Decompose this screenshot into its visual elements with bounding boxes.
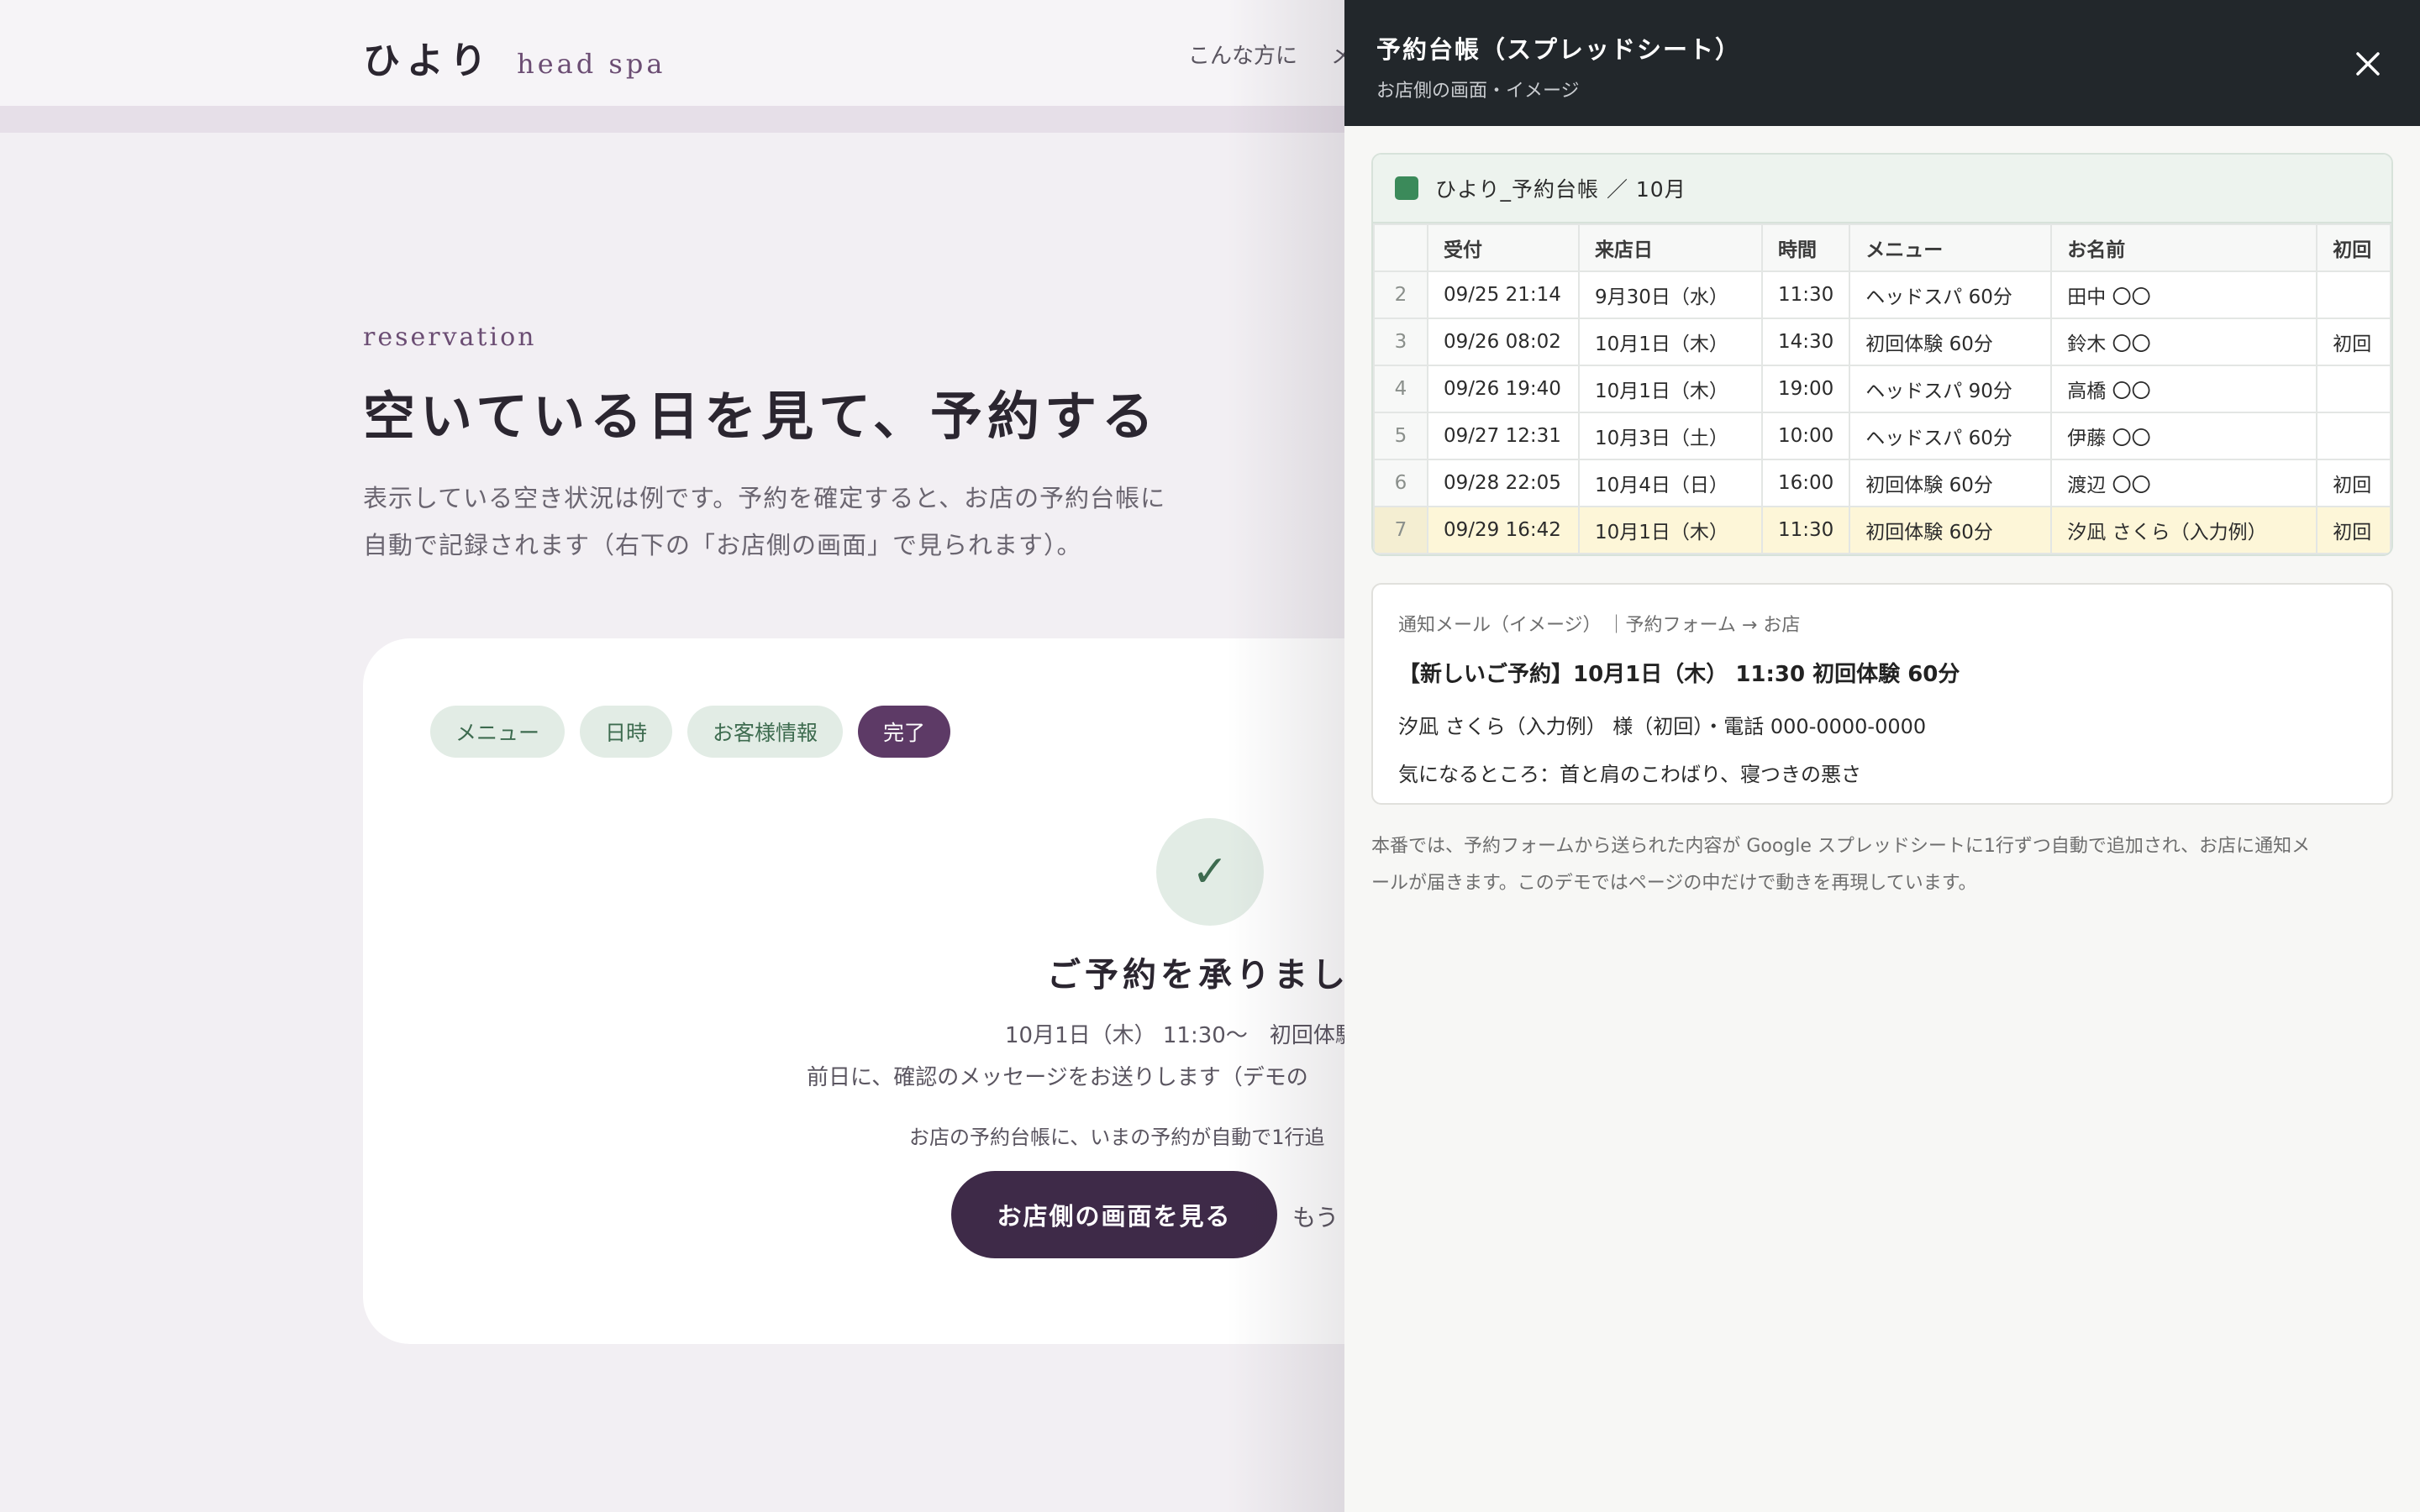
row-number: 4 bbox=[1373, 365, 1428, 413]
cell-visit-date: 9月30日（水） bbox=[1578, 270, 1763, 319]
cell-name: 鈴木 〇〇 bbox=[2050, 318, 2318, 366]
row-number: 3 bbox=[1373, 318, 1428, 366]
row-number: 7 bbox=[1373, 506, 1428, 554]
cell-visit-date: 10月1日（木） bbox=[1578, 365, 1763, 413]
row-number: 6 bbox=[1373, 459, 1428, 507]
cell-menu: ヘッドスパ 60分 bbox=[1849, 412, 2053, 460]
reservation-table: 受付 来店日 時間 メニュー お名前 初回 2 09/25 21:14 9月30日（… bbox=[1373, 223, 2391, 554]
panel-footnote: 本番では、予約フォームから送られた内容が Google スプレッドシートに1行ず… bbox=[1371, 828, 2396, 902]
sheet-title-bar: ひより_予約台帳 ／ 10月 bbox=[1373, 155, 2391, 223]
cell-received: 09/28 22:05 bbox=[1427, 459, 1580, 507]
row-number: 5 bbox=[1373, 412, 1428, 460]
cell-name: 伊藤 〇〇 bbox=[2050, 412, 2318, 460]
mail-subject: 【新しいご予約】10月1日（木） 11:30 初回体験 60分 bbox=[1398, 662, 1960, 687]
cell-visit-date: 10月1日（木） bbox=[1578, 506, 1763, 554]
panel-footnote-line1: 本番では、予約フォームから送られた内容が Google スプレッドシートに1行ず… bbox=[1371, 836, 2311, 857]
cell-name: 高橋 〇〇 bbox=[2050, 365, 2318, 413]
cell-menu: 初回体験 60分 bbox=[1849, 318, 2053, 366]
panel-footnote-line2: ールが届きます。このデモではページの中だけで動きを再現しています。 bbox=[1371, 873, 1977, 894]
panel-title: 予約台帳（スプレッドシート） bbox=[1376, 35, 1742, 64]
header-name: お名前 bbox=[2050, 223, 2318, 272]
step-menu: メニュー bbox=[430, 706, 566, 758]
table-row: 3 09/26 08:02 10月1日（木） 14:30 初回体験 60分 鈴木 〇〇 初回 bbox=[1373, 318, 2391, 366]
panel-header: 予約台帳（スプレッドシート） お店側の画面・イメージ bbox=[1344, 0, 2420, 126]
cell-name: 渡辺 〇〇 bbox=[2050, 459, 2318, 507]
header-menu: メニュー bbox=[1849, 223, 2053, 272]
table-row: 6 09/28 22:05 10月4日（日） 16:00 初回体験 60分 渡辺 〇〇 初回 bbox=[1373, 459, 2391, 507]
cell-received: 09/26 19:40 bbox=[1427, 365, 1580, 413]
cell-menu: ヘッドスパ 90分 bbox=[1849, 365, 2053, 413]
overlay-shadow bbox=[1227, 0, 1344, 1512]
cell-menu: 初回体験 60分 bbox=[1849, 459, 2053, 507]
cell-first-visit bbox=[2316, 412, 2391, 460]
page-title: 空いている日を見て、予約する bbox=[363, 386, 1160, 447]
step-datetime: 日時 bbox=[580, 706, 673, 758]
cell-time: 16:00 bbox=[1760, 459, 1851, 507]
cell-first-visit: 初回 bbox=[2316, 506, 2391, 554]
cell-time: 11:30 bbox=[1760, 270, 1851, 319]
header-visit-date: 来店日 bbox=[1578, 223, 1763, 272]
cell-time: 19:00 bbox=[1760, 365, 1851, 413]
mail-concern-line: 気になるところ：首と肩のこわばり、寝つきの悪さ bbox=[1398, 763, 1862, 786]
cell-first-visit: 初回 bbox=[2316, 318, 2391, 366]
header-received: 受付 bbox=[1427, 223, 1580, 272]
close-icon bbox=[2356, 52, 2380, 76]
sheet-icon bbox=[1395, 176, 1418, 200]
table-row: 2 09/25 21:14 9月30日（水） 11:30 ヘッドスパ 60分 田中 〇〇 bbox=[1373, 270, 2391, 319]
table-row: 5 09/27 12:31 10月3日（土） 10:00 ヘッドスパ 60分 伊藤 〇〇 bbox=[1373, 412, 2391, 460]
sheet-name: ひより_予約台帳 ／ 10月 bbox=[1435, 177, 1686, 202]
notification-mail: 通知メール（イメージ） ｜予約フォーム → お店 【新しいご予約】10月1日（木… bbox=[1371, 583, 2393, 805]
step-complete: 完了 bbox=[858, 706, 951, 758]
row-number: 2 bbox=[1373, 270, 1428, 319]
cell-time: 10:00 bbox=[1760, 412, 1851, 460]
hero-description: 表示している空き状況は例です。予約を確定すると、お店の予約台帳に 自動で記録され… bbox=[363, 475, 1371, 569]
shop-side-panel: 予約台帳（スプレッドシート） お店側の画面・イメージ ひより_予約台帳 ／ 10… bbox=[1344, 0, 2420, 1512]
cell-time: 14:30 bbox=[1760, 318, 1851, 366]
mail-customer-line: 汐凪 さくら（入力例） 様（初回）・電話 000-0000-0000 bbox=[1398, 715, 1927, 738]
cell-first-visit bbox=[2316, 270, 2391, 319]
site-logo[interactable]: ひより head spa bbox=[363, 30, 666, 84]
cell-received: 09/25 21:14 bbox=[1427, 270, 1580, 319]
panel-subtitle: お店側の画面・イメージ bbox=[1376, 81, 1580, 102]
cell-visit-date: 10月1日（木） bbox=[1578, 318, 1763, 366]
cell-menu: 初回体験 60分 bbox=[1849, 506, 2053, 554]
table-header-row: 受付 来店日 時間 メニュー お名前 初回 bbox=[1373, 223, 2391, 272]
cell-name: 田中 〇〇 bbox=[2050, 270, 2318, 319]
cell-visit-date: 10月3日（土） bbox=[1578, 412, 1763, 460]
section-eyebrow: reservation bbox=[363, 323, 537, 352]
cell-first-visit bbox=[2316, 365, 2391, 413]
hero-desc-line1: 表示している空き状況は例です。予約を確定すると、お店の予約台帳に bbox=[363, 484, 1166, 512]
header-rownum bbox=[1373, 223, 1428, 272]
logo-sub-text: head spa bbox=[517, 48, 666, 80]
cell-first-visit: 初回 bbox=[2316, 459, 2391, 507]
header-first-visit: 初回 bbox=[2316, 223, 2391, 272]
cell-received: 09/26 08:02 bbox=[1427, 318, 1580, 366]
cell-name: 汐凪 さくら（入力例） bbox=[2050, 506, 2318, 554]
close-button[interactable] bbox=[2343, 39, 2393, 89]
table-row: 7 09/29 16:42 10月1日（木） 11:30 初回体験 60分 汐凪 さくら（… bbox=[1373, 506, 2391, 554]
header-time: 時間 bbox=[1760, 223, 1851, 272]
cell-time: 11:30 bbox=[1760, 506, 1851, 554]
step-indicator: メニュー 日時 お客様情報 完了 bbox=[430, 706, 951, 758]
hero-section: reservation 空いている日を見て、予約する 表示している空き状況は例で… bbox=[363, 323, 1371, 569]
spreadsheet-preview: ひより_予約台帳 ／ 10月 受付 来店日 時間 メニュー お名前 初回 2 09… bbox=[1371, 153, 2393, 556]
logo-main-text: ひより bbox=[363, 39, 494, 82]
cell-received: 09/29 16:42 bbox=[1427, 506, 1580, 554]
step-customer-info: お客様情報 bbox=[687, 706, 844, 758]
mail-meta: 通知メール（イメージ） ｜予約フォーム → お店 bbox=[1398, 615, 1801, 636]
table-row: 4 09/26 19:40 10月1日（木） 19:00 ヘッドスパ 90分 高橋 〇〇 bbox=[1373, 365, 2391, 413]
cell-visit-date: 10月4日（日） bbox=[1578, 459, 1763, 507]
hero-desc-line2: 自動で記録されます（右下の「お店側の画面」で見られます）。 bbox=[363, 531, 1082, 559]
cell-received: 09/27 12:31 bbox=[1427, 412, 1580, 460]
cell-menu: ヘッドスパ 60分 bbox=[1849, 270, 2053, 319]
